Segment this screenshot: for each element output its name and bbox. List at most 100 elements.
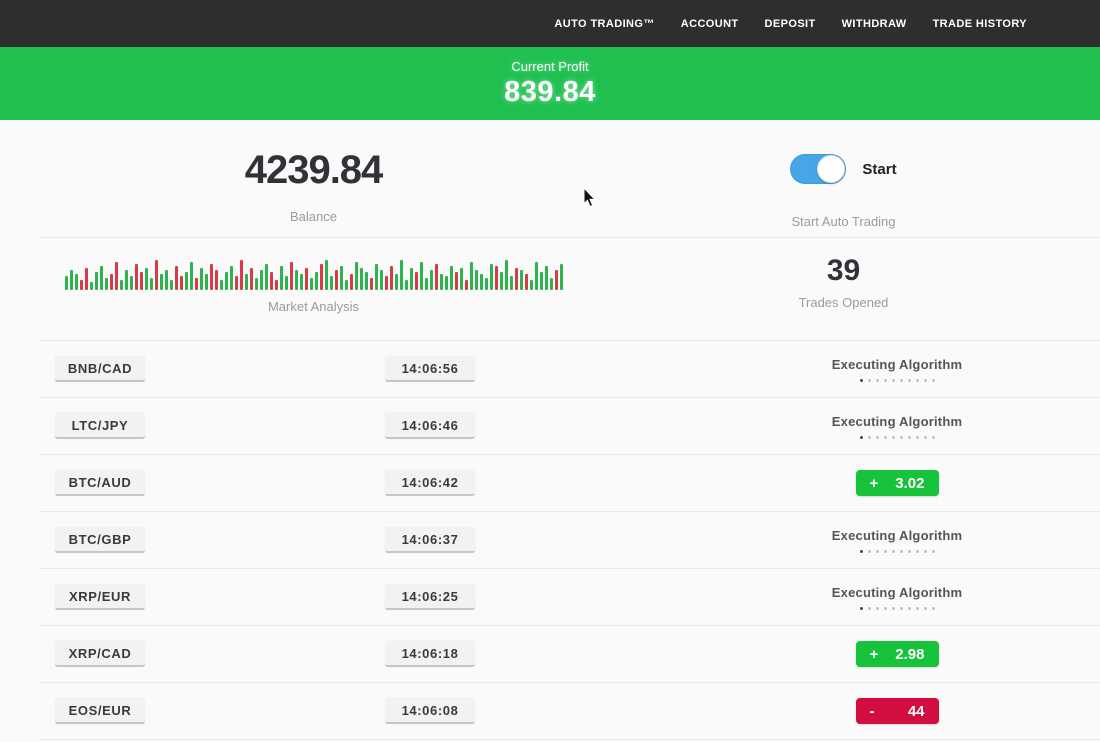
chart-bar (105, 278, 108, 290)
chart-bar (425, 278, 428, 290)
chart-bar (70, 270, 73, 290)
pair-badge[interactable]: XRP/EUR (55, 584, 145, 610)
chart-bar (190, 262, 193, 290)
chart-bar (375, 264, 378, 290)
chart-bar (320, 264, 323, 290)
chart-bar (390, 266, 393, 290)
chart-bar (275, 280, 278, 290)
chart-bar (305, 268, 308, 290)
chart-bar (260, 270, 263, 290)
pair-badge[interactable]: EOS/EUR (55, 698, 145, 724)
pair-badge[interactable]: XRP/CAD (55, 641, 145, 667)
progress-dot (900, 607, 903, 610)
chart-bar (155, 260, 158, 290)
chart-bar (150, 278, 153, 290)
chart-bar (370, 278, 373, 290)
market-analysis-label: Market Analysis (268, 299, 359, 314)
progress-dots (860, 436, 935, 439)
progress-dot (860, 436, 863, 439)
progress-dot (876, 379, 879, 382)
chart-bar (165, 270, 168, 290)
progress-dots (860, 550, 935, 553)
current-profit-label: Current Profit (511, 59, 588, 74)
chart-bar (240, 260, 243, 290)
progress-dot (932, 379, 935, 382)
progress-dot (868, 379, 871, 382)
chart-bar (350, 274, 353, 290)
progress-dot (876, 550, 879, 553)
chart-bar (535, 262, 538, 290)
badge-sign: - (870, 703, 875, 720)
chart-bar (280, 266, 283, 290)
nav-item-account[interactable]: ACCOUNT (681, 18, 739, 30)
profit-badge: +3.02 (856, 470, 939, 496)
progress-dot (884, 379, 887, 382)
executing-algorithm-label: Executing Algorithm (832, 528, 962, 543)
chart-bar (230, 266, 233, 290)
trade-time-badge: 14:06:37 (385, 527, 475, 553)
chart-bar (170, 280, 173, 290)
pair-badge[interactable]: BTC/AUD (55, 470, 145, 496)
progress-dot (860, 379, 863, 382)
chart-bar (340, 266, 343, 290)
nav-item-auto-trading[interactable]: AUTO TRADING™ (554, 18, 654, 30)
chart-bar (395, 274, 398, 290)
chart-bar (265, 264, 268, 290)
chart-bar (110, 274, 113, 290)
chart-bar (360, 268, 363, 290)
trade-status-cell: - 44 (797, 698, 997, 724)
trade-status-cell: Executing Algorithm (797, 585, 997, 610)
trades-opened-count: 39 (827, 254, 860, 288)
chart-bar (180, 276, 183, 290)
chart-bar (385, 276, 388, 290)
chart-bar (290, 262, 293, 290)
chart-bar (175, 266, 178, 290)
chart-bar (215, 270, 218, 290)
top-navbar: AUTO TRADING™ ACCOUNT DEPOSIT WITHDRAW TRADE… (0, 0, 1100, 47)
chart-bar (520, 270, 523, 290)
chart-bar (495, 266, 498, 290)
chart-bar (235, 276, 238, 290)
auto-trading-toggle[interactable] (790, 154, 846, 184)
chart-bar (405, 280, 408, 290)
chart-bar (540, 272, 543, 290)
chart-bar (560, 264, 563, 290)
chart-bar (130, 276, 133, 290)
chart-bar (435, 264, 438, 290)
trade-status-cell: Executing Algorithm (797, 414, 997, 439)
chart-bar (430, 270, 433, 290)
trade-time-badge: 14:06:25 (385, 584, 475, 610)
nav-item-withdraw[interactable]: WITHDRAW (842, 18, 907, 30)
trade-status-cell: Executing Algorithm (797, 357, 997, 382)
table-row: LTC/JPY 14:06:46 Executing Algorithm (0, 398, 1100, 454)
progress-dot (892, 607, 895, 610)
progress-dot (876, 436, 879, 439)
chart-bar (160, 274, 163, 290)
chart-bar (325, 260, 328, 290)
executing-algorithm-label: Executing Algorithm (832, 357, 962, 372)
pair-badge[interactable]: BNB/CAD (55, 356, 145, 382)
start-auto-trading-label: Start Auto Trading (791, 214, 895, 229)
progress-dot (868, 607, 871, 610)
pair-badge[interactable]: BTC/GBP (55, 527, 145, 553)
chart-bar (500, 272, 503, 290)
table-row: BTC/AUD 14:06:42 +3.02 (0, 455, 1100, 511)
chart-bar (200, 268, 203, 290)
pair-badge[interactable]: LTC/JPY (55, 413, 145, 439)
chart-bar (225, 272, 228, 290)
nav-item-deposit[interactable]: DEPOSIT (765, 18, 816, 30)
progress-dots (860, 607, 935, 610)
chart-bar (255, 278, 258, 290)
progress-dot (892, 436, 895, 439)
progress-dot (932, 607, 935, 610)
toggle-start-label: Start (862, 161, 896, 178)
badge-value: 44 (908, 703, 925, 720)
chart-bar (400, 260, 403, 290)
trade-time-badge: 14:06:18 (385, 641, 475, 667)
progress-dot (924, 607, 927, 610)
progress-dot (884, 607, 887, 610)
nav-item-trade-history[interactable]: TRADE HISTORY (933, 18, 1027, 30)
progress-dot (916, 550, 919, 553)
chart-bar (365, 272, 368, 290)
progress-dot (900, 379, 903, 382)
